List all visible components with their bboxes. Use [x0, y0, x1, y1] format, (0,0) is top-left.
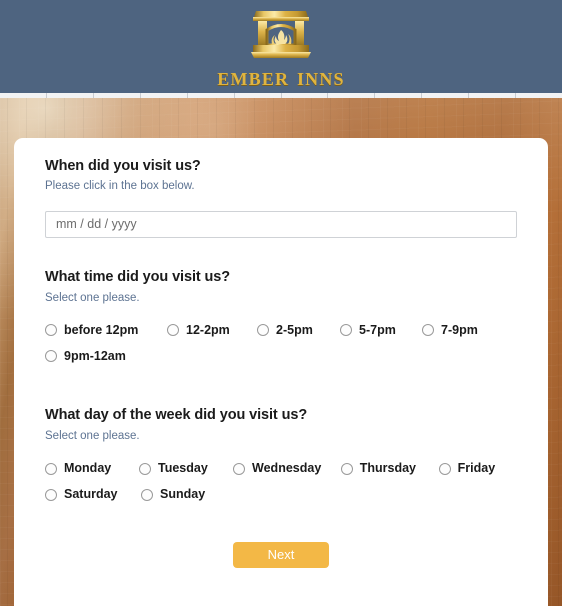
radio-circle-icon[interactable] — [45, 488, 57, 501]
radio-label: 12-2pm — [186, 323, 230, 338]
radio-row: Saturday Sunday — [45, 482, 517, 508]
question-title: What time did you visit us? — [45, 269, 231, 286]
site-header: Ember Inns — [0, 0, 562, 93]
question-title: When did you visit us? — [45, 158, 201, 174]
radio-option-thursday[interactable]: Thursday — [340, 456, 439, 482]
radio-label: Thursday — [359, 461, 417, 476]
radio-circle-icon[interactable] — [45, 462, 57, 475]
radio-option-saturday[interactable]: Saturday — [45, 482, 141, 508]
visit-day-radio-group: Monday Tuesday Wednesday Thursday Friday — [45, 456, 517, 508]
radio-option-7-9pm[interactable]: 7-9pm — [422, 317, 504, 343]
radio-row: 9pm-12am — [45, 343, 517, 369]
visit-date-input[interactable]: mm / dd / yyyy — [45, 211, 517, 239]
radio-option-2-5pm[interactable]: 2-5pm — [257, 317, 340, 343]
next-button[interactable]: Next — [233, 541, 329, 568]
survey-form-card: When did you visit us? Please click in t… — [14, 138, 548, 606]
radio-circle-icon[interactable] — [167, 324, 179, 337]
radio-option-5-7pm[interactable]: 5-7pm — [340, 317, 422, 343]
radio-label: 5-7pm — [359, 323, 396, 338]
radio-label: 2-5pm — [276, 323, 313, 338]
radio-label: 9pm-12am — [64, 349, 126, 364]
question-visit-date: When did you visit us? Please click in t… — [45, 158, 517, 239]
radio-circle-icon[interactable] — [438, 462, 451, 475]
radio-label: 7-9pm — [441, 323, 478, 338]
radio-circle-icon[interactable] — [141, 488, 153, 501]
radio-option-tuesday[interactable]: Tuesday — [139, 456, 233, 482]
brand-logo: Ember Inns — [217, 6, 345, 90]
radio-row: before 12pm 12-2pm 2-5pm 5-7pm 7-9pm — [45, 317, 517, 343]
radio-option-9pm-12am[interactable]: 9pm-12am — [45, 343, 167, 369]
fireplace-with-flames-icon — [251, 10, 311, 58]
radio-circle-icon[interactable] — [340, 324, 352, 337]
question-subtitle: Select one please. — [45, 291, 140, 304]
radio-circle-icon[interactable] — [422, 324, 434, 337]
radio-circle-icon[interactable] — [139, 462, 152, 475]
radio-option-before-12pm[interactable]: before 12pm — [45, 317, 167, 343]
radio-option-12-2pm[interactable]: 12-2pm — [167, 317, 257, 343]
question-subtitle: Please click in the box below. — [45, 180, 195, 193]
radio-option-wednesday[interactable]: Wednesday — [233, 456, 341, 482]
visit-time-radio-group: before 12pm 12-2pm 2-5pm 5-7pm 7-9pm 9pm… — [45, 317, 517, 369]
form-actions: Next — [45, 541, 517, 568]
radio-label: before 12pm — [64, 323, 139, 338]
radio-label: Tuesday — [158, 461, 208, 476]
radio-circle-icon[interactable] — [45, 324, 57, 337]
brand-name: Ember Inns — [217, 61, 345, 91]
radio-label: Saturday — [64, 487, 118, 502]
radio-label: Sunday — [160, 487, 206, 502]
radio-label: Wednesday — [252, 461, 322, 476]
question-subtitle: Select one please. — [45, 429, 140, 442]
radio-circle-icon[interactable] — [257, 324, 269, 337]
radio-circle-icon[interactable] — [340, 462, 353, 475]
question-title: What day of the week did you visit us? — [45, 407, 308, 424]
radio-circle-icon[interactable] — [45, 350, 57, 363]
radio-circle-icon[interactable] — [233, 462, 246, 475]
radio-option-sunday[interactable]: Sunday — [141, 482, 237, 508]
radio-label: Monday — [64, 461, 112, 476]
question-visit-time: What time did you visit us? Select one p… — [45, 269, 517, 369]
radio-option-friday[interactable]: Friday — [438, 456, 517, 482]
radio-label: Friday — [457, 461, 496, 476]
radio-option-monday[interactable]: Monday — [45, 456, 139, 482]
question-visit-day: What day of the week did you visit us? S… — [45, 407, 517, 507]
radio-row: Monday Tuesday Wednesday Thursday Friday — [45, 456, 517, 482]
